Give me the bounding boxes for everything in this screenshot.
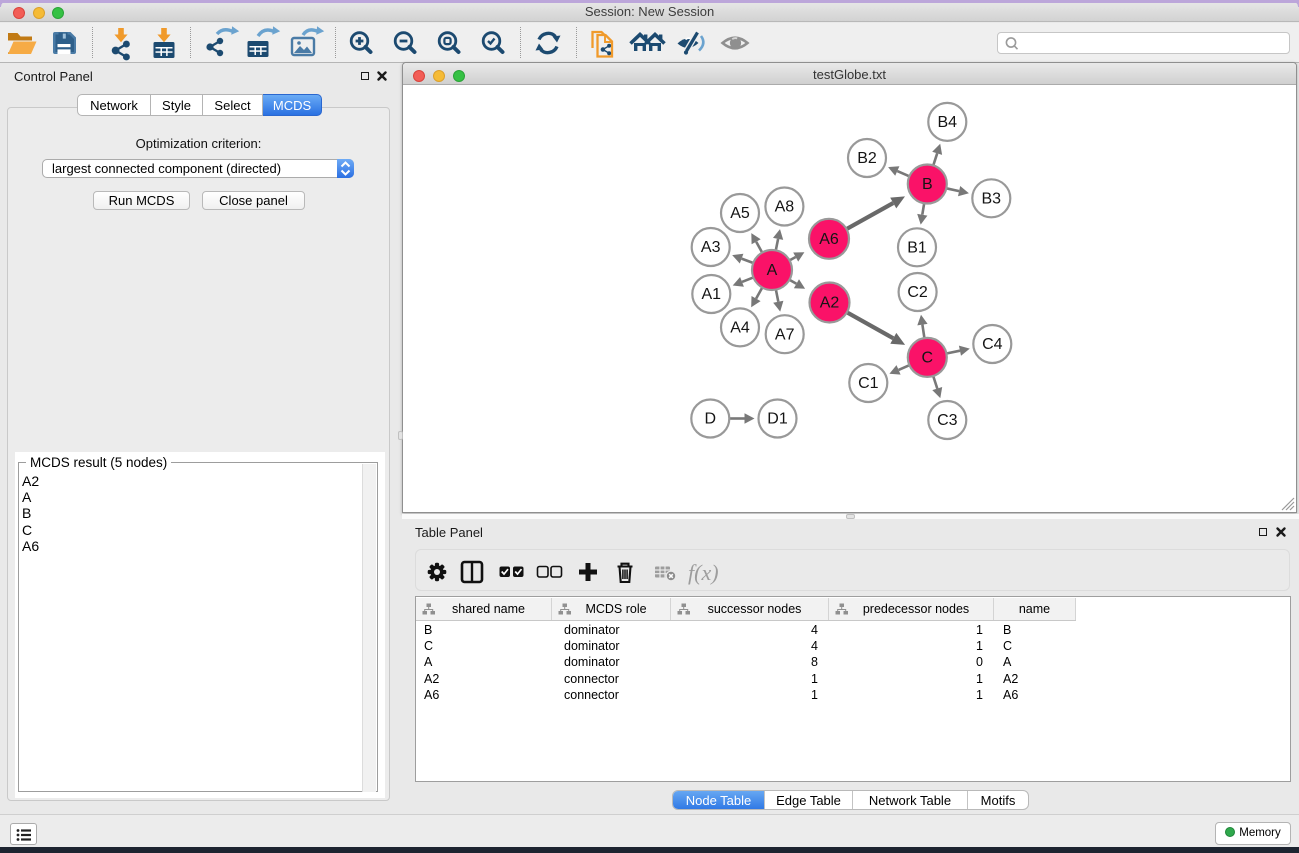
- svg-text:C1: C1: [858, 375, 879, 392]
- svg-text:D: D: [705, 411, 717, 428]
- svg-text:C3: C3: [937, 412, 958, 429]
- svg-text:A3: A3: [701, 239, 721, 256]
- svg-text:B2: B2: [857, 150, 877, 167]
- svg-text:A4: A4: [730, 320, 750, 337]
- svg-text:C: C: [922, 350, 934, 367]
- svg-text:C4: C4: [982, 336, 1003, 353]
- svg-text:A: A: [767, 262, 778, 279]
- svg-text:f(x): f(x): [688, 560, 719, 585]
- svg-text:B4: B4: [938, 114, 958, 131]
- svg-text:A7: A7: [775, 326, 795, 343]
- svg-text:A8: A8: [775, 199, 795, 216]
- svg-text:C2: C2: [907, 284, 928, 301]
- svg-text:B3: B3: [982, 191, 1002, 208]
- svg-text:B1: B1: [907, 240, 927, 257]
- svg-text:A5: A5: [730, 205, 750, 222]
- svg-text:A1: A1: [702, 286, 722, 303]
- svg-text:D1: D1: [767, 411, 788, 428]
- svg-text:A2: A2: [820, 295, 840, 312]
- svg-text:B: B: [922, 176, 933, 193]
- svg-text:A6: A6: [819, 231, 839, 248]
